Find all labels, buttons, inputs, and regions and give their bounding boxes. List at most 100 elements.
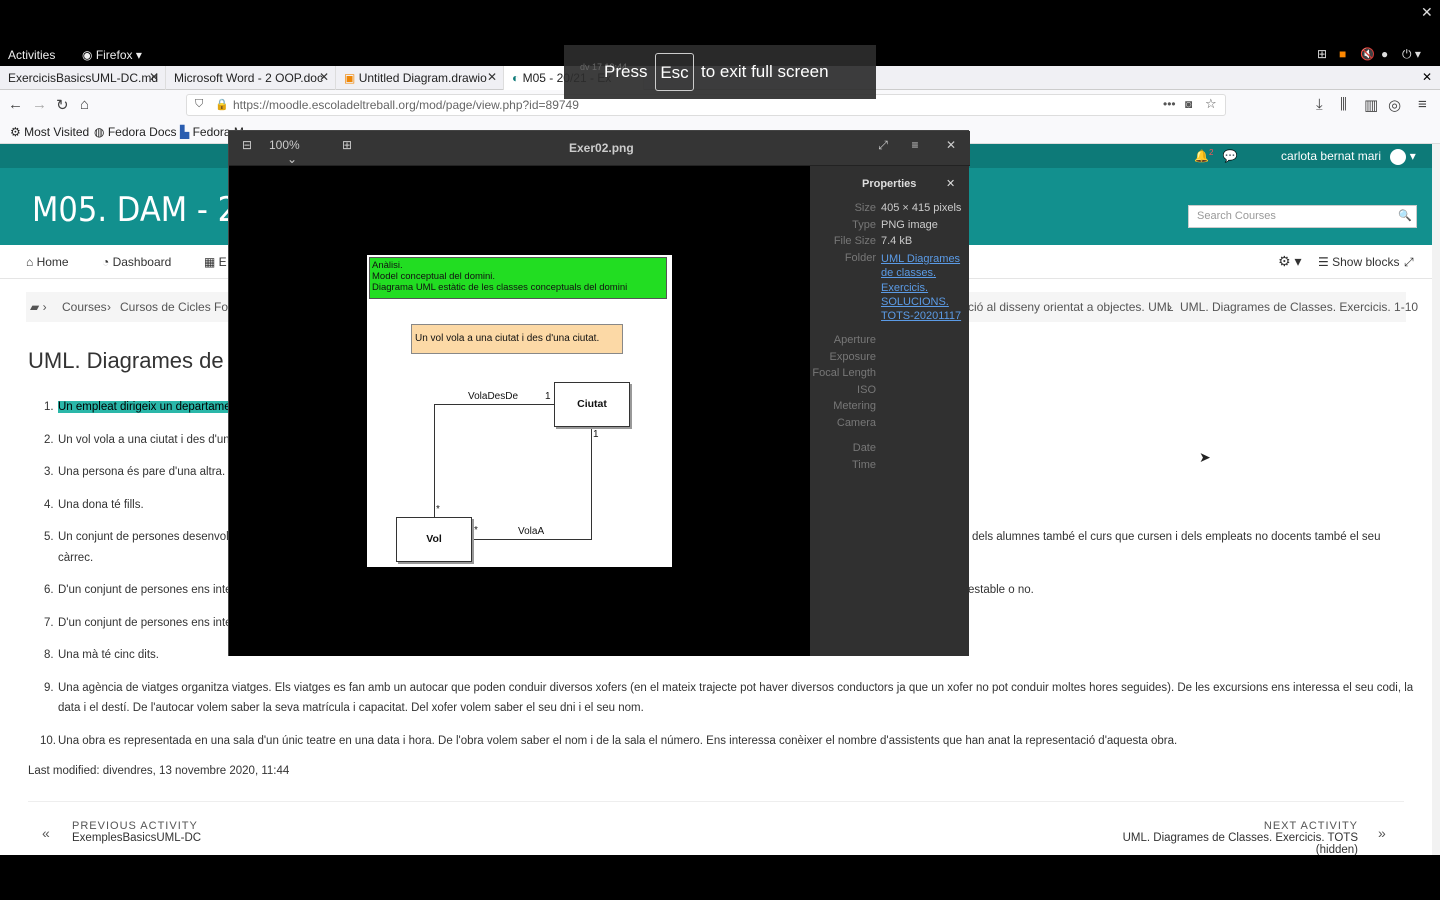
- close-window-icon[interactable]: ✕: [1422, 70, 1432, 84]
- fullscreen-notification: dv 17 19:44 Press Esc to exit full scree…: [564, 45, 876, 99]
- list-number: 5.: [44, 531, 54, 543]
- list-text: Una obra es representada en una sala d'u…: [58, 735, 1178, 747]
- scrollbar[interactable]: [1432, 144, 1440, 855]
- show-blocks-button[interactable]: ☰ Show blocks: [1318, 255, 1399, 269]
- network-icon[interactable]: ⊞: [1317, 47, 1327, 61]
- association-label: VolaA: [518, 526, 545, 537]
- list-number: 3.: [44, 466, 54, 478]
- close-tab-icon[interactable]: ✕: [487, 70, 497, 84]
- app-name: Firefox: [95, 48, 133, 62]
- expand-icon[interactable]: ⤢: [1404, 255, 1414, 270]
- search-icon[interactable]: 🔍: [1398, 209, 1412, 222]
- zoom-select[interactable]: 100% ⌄: [263, 138, 323, 166]
- close-tab-icon[interactable]: ✕: [149, 70, 159, 84]
- multiplicity-label: 1: [593, 429, 599, 440]
- bookmark-star-icon[interactable]: ☆: [1205, 96, 1217, 112]
- drawio-icon: ▣: [344, 71, 356, 85]
- chevron-right-icon[interactable]: »: [1378, 825, 1386, 841]
- list-text: Una agència de viatges organitza viatges…: [58, 682, 1414, 694]
- pocket-icon[interactable]: ◙: [1185, 97, 1192, 111]
- bookmark-most-visited[interactable]: ⚙ Most Visited: [10, 125, 89, 139]
- tab-exercicis[interactable]: ExercicisBasicsUML-DC.md ✕: [0, 66, 166, 90]
- back-icon[interactable]: ←: [8, 96, 23, 113]
- viewer-header: ⊟ 100% ⌄ ⊞ Exer02.png ⤢ ≡ ✕: [229, 131, 970, 166]
- breadcrumb-uml-intro[interactable]: ció al disseny orientat a objectes. UML: [968, 300, 1173, 314]
- shield-icon[interactable]: ⛉: [195, 98, 203, 111]
- bookmark-label: Fedora Docs: [107, 125, 177, 139]
- zoom-out-button[interactable]: ⊟: [237, 138, 257, 152]
- search-courses-input[interactable]: Search Courses 🔍: [1188, 205, 1417, 228]
- home-icon[interactable]: ⌂: [80, 96, 89, 113]
- chevron-down-icon: ⌄: [287, 152, 298, 166]
- association-label: VolaDesDe: [468, 391, 519, 402]
- chevron-left-icon[interactable]: «: [42, 825, 50, 841]
- page-actions-icon[interactable]: •••: [1163, 97, 1176, 111]
- previous-activity-link[interactable]: PREVIOUS ACTIVITY ExemplesBasicsUML-DC: [72, 820, 201, 844]
- library-icon[interactable]: ⫼: [1340, 96, 1347, 113]
- next-activity-label: NEXT ACTIVITY: [1263, 820, 1358, 832]
- list-item: 8. Una mà té cinc dits.: [44, 649, 159, 661]
- close-properties-icon[interactable]: ✕: [946, 177, 955, 190]
- app-menu[interactable]: ◉ Firefox ▾: [82, 48, 142, 62]
- list-text: Un vol vola a una ciutat i des d'un: [58, 434, 230, 446]
- nav-home[interactable]: ⌂ Home: [26, 255, 69, 269]
- user-menu[interactable]: 🔔2 💬 carlota bernat mari ▾: [1194, 148, 1416, 165]
- fullscreen-icon[interactable]: ⤢: [871, 138, 895, 153]
- nav-label: Dashboard: [112, 255, 172, 269]
- note-line: Model conceptual del domini.: [372, 271, 496, 282]
- gear-icon[interactable]: ⚙ ▾: [1278, 253, 1301, 270]
- notifications-icon[interactable]: 🔔: [1194, 149, 1209, 163]
- menu-icon[interactable]: ≡: [903, 138, 927, 152]
- forward-icon[interactable]: →: [32, 96, 47, 113]
- prop-label: Time: [851, 459, 876, 471]
- list-item: 7. D'un conjunt de persones ens inte: [44, 617, 232, 629]
- association-line: [434, 404, 554, 405]
- close-tab-icon[interactable]: ✕: [319, 70, 329, 84]
- volume-muted-icon[interactable]: 🔇: [1360, 47, 1375, 61]
- avatar: [1390, 148, 1407, 165]
- list-text: Una persona és pare d'una altra.: [58, 466, 226, 478]
- list-number: 6.: [44, 584, 54, 596]
- microphone-icon[interactable]: ●: [1381, 47, 1388, 61]
- breadcrumb-courses[interactable]: Courses: [62, 300, 107, 314]
- prop-value: 405 × 415 pixels: [881, 202, 962, 214]
- list-number: 2.: [44, 434, 54, 446]
- prop-label: Folder: [844, 252, 876, 264]
- bookmark-fedora-docs[interactable]: ◍ Fedora Docs: [94, 125, 177, 139]
- calendar-icon[interactable]: ▦ E: [204, 255, 227, 269]
- list-text: Un empleat dirigeix un departame: [58, 401, 231, 413]
- divider: [28, 801, 1404, 802]
- exit-fullscreen-icon[interactable]: ✕: [1421, 4, 1433, 21]
- messages-icon[interactable]: 💬: [1223, 149, 1238, 163]
- breadcrumb-cursos[interactable]: Cursos de Cicles Form: [120, 300, 242, 314]
- breadcrumb-separator: ›: [107, 300, 111, 314]
- update-icon[interactable]: ■: [1339, 47, 1346, 61]
- sidebar-icon[interactable]: ▥: [1364, 96, 1378, 114]
- tab-word[interactable]: Microsoft Word - 2 OOP.doc ✕: [166, 66, 336, 90]
- list-number: 9.: [44, 682, 54, 694]
- uml-diagram-image: Anàlisi. Model conceptual del domini. Di…: [367, 255, 672, 567]
- search-placeholder: Search Courses: [1197, 210, 1276, 222]
- lock-icon[interactable]: 🔒: [215, 98, 229, 111]
- analysis-note: Anàlisi. Model conceptual del domini. Di…: [369, 257, 667, 299]
- account-icon[interactable]: ◎: [1388, 96, 1401, 114]
- close-icon[interactable]: ✕: [941, 138, 961, 152]
- next-activity-name: UML. Diagrames de Classes. Exercicis. TO…: [1122, 832, 1358, 855]
- properties-title: Properties: [862, 178, 917, 190]
- next-activity-link[interactable]: NEXT ACTIVITY UML. Diagrames de Classes.…: [1094, 820, 1358, 855]
- image-canvas[interactable]: Anàlisi. Model conceptual del domini. Di…: [229, 166, 810, 656]
- prop-label: File Size: [833, 235, 876, 247]
- url-text: https://moodle.escoladeltreball.org/mod/…: [233, 98, 579, 112]
- association-line: [591, 429, 592, 540]
- activities-button[interactable]: Activities: [8, 48, 55, 62]
- zoom-in-button[interactable]: ⊞: [337, 138, 357, 152]
- association-line: [472, 539, 592, 540]
- menu-icon[interactable]: ≡: [1418, 96, 1427, 113]
- reload-icon[interactable]: ↻: [56, 96, 69, 114]
- downloads-icon[interactable]: ⤓: [1316, 96, 1323, 113]
- power-icon[interactable]: ⏻ ▾: [1402, 47, 1421, 62]
- tab-drawio[interactable]: ▣ Untitled Diagram.drawio ✕: [336, 66, 504, 90]
- nav-dashboard[interactable]: ◔ Dashboard: [102, 255, 171, 269]
- folder-link[interactable]: UML Diagrames de classes. Exercicis. SOL…: [881, 252, 965, 323]
- folder-icon[interactable]: ▰ ›: [30, 300, 47, 314]
